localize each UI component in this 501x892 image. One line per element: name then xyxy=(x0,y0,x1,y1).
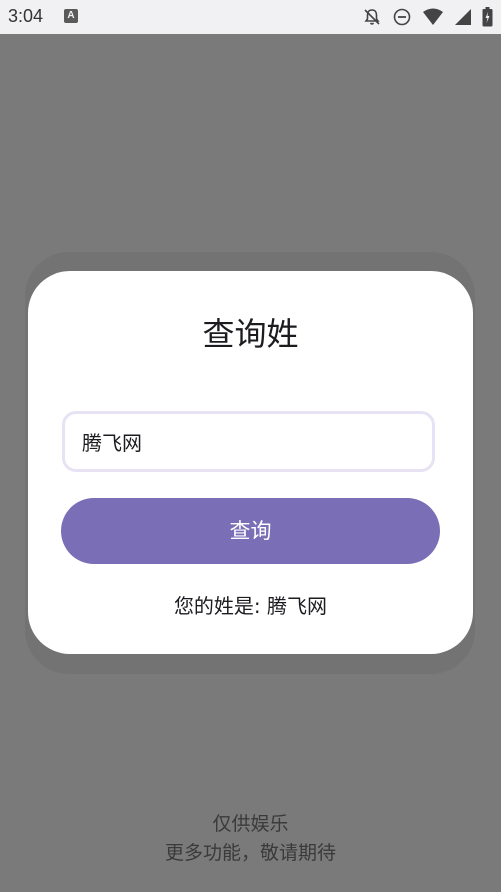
result-value: 腾飞网 xyxy=(267,594,328,618)
result-text: 您的姓是: 腾飞网 xyxy=(28,590,473,619)
name-input[interactable] xyxy=(62,411,435,472)
wifi-icon xyxy=(422,8,444,26)
surname-query-dialog: 查询姓 查询 您的姓是: 腾飞网 xyxy=(28,271,473,654)
status-time: 3:04 xyxy=(8,6,44,26)
status-icons xyxy=(362,6,493,28)
notifications-off-icon xyxy=(362,7,382,27)
query-button[interactable]: 查询 xyxy=(61,498,440,564)
result-label: 您的姓是: xyxy=(173,594,268,618)
footer-entertainment-note: 仅供娱乐 xyxy=(212,813,289,835)
status-bar: 3:04 A xyxy=(0,0,501,34)
dialog-title: 查询姓 xyxy=(202,315,299,353)
app-notification-icon: A xyxy=(64,9,78,23)
footer-coming-soon-note: 更多功能，敬请期待 xyxy=(164,842,336,864)
battery-icon xyxy=(482,7,493,27)
do-not-disturb-icon xyxy=(392,7,412,27)
signal-icon xyxy=(454,8,472,26)
